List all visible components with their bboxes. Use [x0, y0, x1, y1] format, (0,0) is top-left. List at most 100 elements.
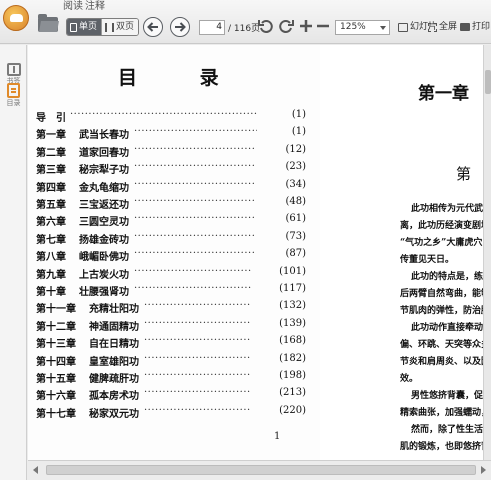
toc-entry-name: 孤本房术功	[89, 391, 139, 403]
toc-entry-leader: ········································…	[144, 335, 251, 347]
zoom-in-icon[interactable]	[299, 18, 313, 34]
toc-entry[interactable]: 导 引 ·····································…	[36, 109, 306, 124]
toc-entry-chapter: 第三章	[36, 165, 66, 177]
document-viewer[interactable]: 目 录 导 引 ·································…	[28, 45, 483, 460]
horizontal-scroll-thumb[interactable]	[46, 465, 476, 475]
toc-entry-chapter: 导 引	[36, 113, 66, 124]
side-panel: 书签 目录	[0, 45, 27, 480]
rotate-left-icon[interactable]	[258, 18, 274, 34]
chapter-body-line: 偏、环跳、天突等众多	[400, 340, 483, 350]
menu-read[interactable]: 阅读	[63, 0, 83, 14]
toc-entry[interactable]: 第六章 三圆空灵功 ································…	[36, 213, 306, 228]
toc-entry-name: 武当长春功	[79, 130, 129, 142]
chapter-body-line: 此功动作直接牵动	[411, 323, 483, 333]
toc-entry-page: (168)	[279, 335, 306, 347]
toc-entry-page: (73)	[285, 230, 306, 242]
toc-entry-name: 扬雄金砖功	[79, 234, 129, 246]
next-page-button[interactable]	[170, 17, 190, 37]
vertical-scrollbar[interactable]	[483, 45, 491, 460]
toc-entry-leader: ········································…	[134, 213, 254, 225]
menu-note[interactable]: 注释	[85, 0, 105, 14]
toc-entry-name: 皇室雄阳功	[89, 356, 139, 368]
toc-entry[interactable]: 第五章 三宝返还功 ································…	[36, 196, 306, 211]
toc-entry-chapter: 第九章	[36, 269, 66, 281]
single-page-button[interactable]: 单页	[67, 19, 102, 35]
toolbar: 阅读 注释 单页 双页 4 / 116页 125% 幻灯片 全屏 打印	[0, 0, 491, 44]
chapter-body-line: “气功之乡”大庸虎穴	[400, 238, 483, 248]
toc-entry-name: 神通固精功	[89, 321, 139, 333]
slideshow-icon	[398, 22, 408, 32]
toc-entry-name: 健脾疏肝功	[89, 374, 139, 385]
toc-entry[interactable]: 第十七章 秘家双元功 ·······························…	[36, 405, 306, 420]
chapter-body-line: 肌的锻炼，也即悠挤背	[400, 442, 483, 452]
toc-entry-chapter: 第十一章	[36, 304, 76, 316]
horizontal-scrollbar[interactable]	[28, 460, 491, 480]
previous-page-button[interactable]	[143, 17, 163, 37]
toc-entry-name: 秘宗犁子功	[79, 165, 129, 177]
toc-entry-page: (1)	[291, 126, 306, 138]
toc-entry-chapter: 第八章	[36, 252, 66, 264]
toc-entry[interactable]: 第十三章 自在日精功 ·······························…	[36, 335, 306, 350]
toc-title: 目 录	[118, 67, 247, 89]
zoom-out-icon[interactable]	[316, 18, 330, 34]
toc-entry-page: (132)	[279, 300, 306, 312]
app-logo-icon[interactable]	[3, 5, 29, 31]
toc-entry[interactable]: 第十四章 皇室雄阳功 ·······························…	[36, 353, 306, 368]
toc-entry-page: (34)	[285, 178, 306, 190]
toc-entry-chapter: 第十章	[36, 287, 66, 298]
toc-entry-page: (198)	[279, 370, 306, 381]
toc-entry-chapter: 第六章	[36, 217, 66, 229]
toc-entry-page: (61)	[285, 213, 306, 225]
toc-entry-leader: ········································…	[134, 126, 257, 138]
print-button[interactable]: 打印	[460, 20, 490, 34]
toc-entry-leader: ········································…	[144, 300, 251, 312]
sidebar-item-toc[interactable]: 目录	[3, 83, 24, 108]
scroll-left-icon[interactable]	[33, 466, 38, 474]
rotate-right-icon[interactable]	[278, 18, 294, 34]
toc-entry[interactable]: 第一章 武当长春功 ································…	[36, 126, 306, 141]
toc-entry[interactable]: 第十五章 健脾疏肝功 ·······························…	[36, 370, 306, 385]
toc-entry-chapter: 第十七章	[36, 408, 76, 420]
toc-entry-name: 三圆空灵功	[79, 217, 129, 229]
toc-entry[interactable]: 第八章 峨嵋卧佛功 ································…	[36, 248, 306, 263]
print-icon	[460, 23, 470, 31]
scroll-right-icon[interactable]	[481, 466, 486, 474]
toc-entry[interactable]: 第十六章 孤本房术功 ·······························…	[36, 387, 306, 402]
vertical-scroll-thumb[interactable]	[485, 70, 491, 94]
toc-entry-page: (48)	[285, 196, 306, 207]
toc-entry[interactable]: 第二章 道家回春功 ································…	[36, 144, 306, 159]
chapter-body-line: 然而，除了性生活	[411, 425, 483, 435]
toc-entry[interactable]: 第十二章 神通固精功 ·······························…	[36, 318, 306, 333]
toc-entry-leader: ········································…	[134, 196, 254, 207]
toc-entry[interactable]: 第七章 扬雄金砖功 ································…	[36, 231, 306, 246]
fullscreen-button[interactable]: 全屏	[428, 20, 457, 34]
toc-entry-chapter: 第二章	[36, 147, 66, 159]
toc-entry[interactable]: 第十章 壮腰强肾功 ································…	[36, 283, 306, 298]
toc-entry-page: (101)	[279, 265, 306, 277]
toc-entry-name: 峨嵋卧佛功	[79, 252, 129, 264]
chapter-body-line: 男性悠挤背囊，促	[411, 391, 483, 401]
chapter-body-line: 此功的特点是，练	[411, 272, 483, 282]
page-number-input[interactable]: 4	[199, 20, 225, 35]
toc-entry-leader: ········································…	[134, 248, 254, 260]
toc-entry-leader: ········································…	[134, 265, 251, 277]
chapter-body-line: 后两臂自然弯曲，能够	[400, 289, 483, 299]
double-page-icon	[105, 22, 115, 32]
toc-entry-leader: ········································…	[144, 370, 251, 381]
open-folder-icon[interactable]	[38, 14, 58, 32]
toc-entry[interactable]: 第四章 金丸龟缩功 ································…	[36, 179, 306, 194]
toc-entry-page: (23)	[285, 161, 306, 173]
page-number: 1	[274, 431, 281, 442]
chapter-body-line: 精索曲张，加强蠕动，	[400, 408, 483, 418]
double-page-button[interactable]: 双页	[101, 19, 139, 35]
toc-entry-leader: ········································…	[134, 230, 254, 242]
toc-entry-name: 秘家双元功	[89, 408, 139, 420]
toc-entry-chapter: 第十四章	[36, 356, 76, 368]
toc-entry-page: (139)	[279, 317, 306, 329]
toc-entry[interactable]: 第三章 秘宗犁子功 ································…	[36, 161, 306, 176]
toc-entry-chapter: 第十二章	[36, 321, 76, 333]
toc-entry-leader: ········································…	[144, 404, 251, 416]
toc-entry[interactable]: 第十一章 充精壮阳功 ·······························…	[36, 300, 306, 315]
toc-entry[interactable]: 第九章 上古炭火功 ································…	[36, 266, 306, 281]
zoom-select[interactable]: 125%	[335, 20, 390, 35]
